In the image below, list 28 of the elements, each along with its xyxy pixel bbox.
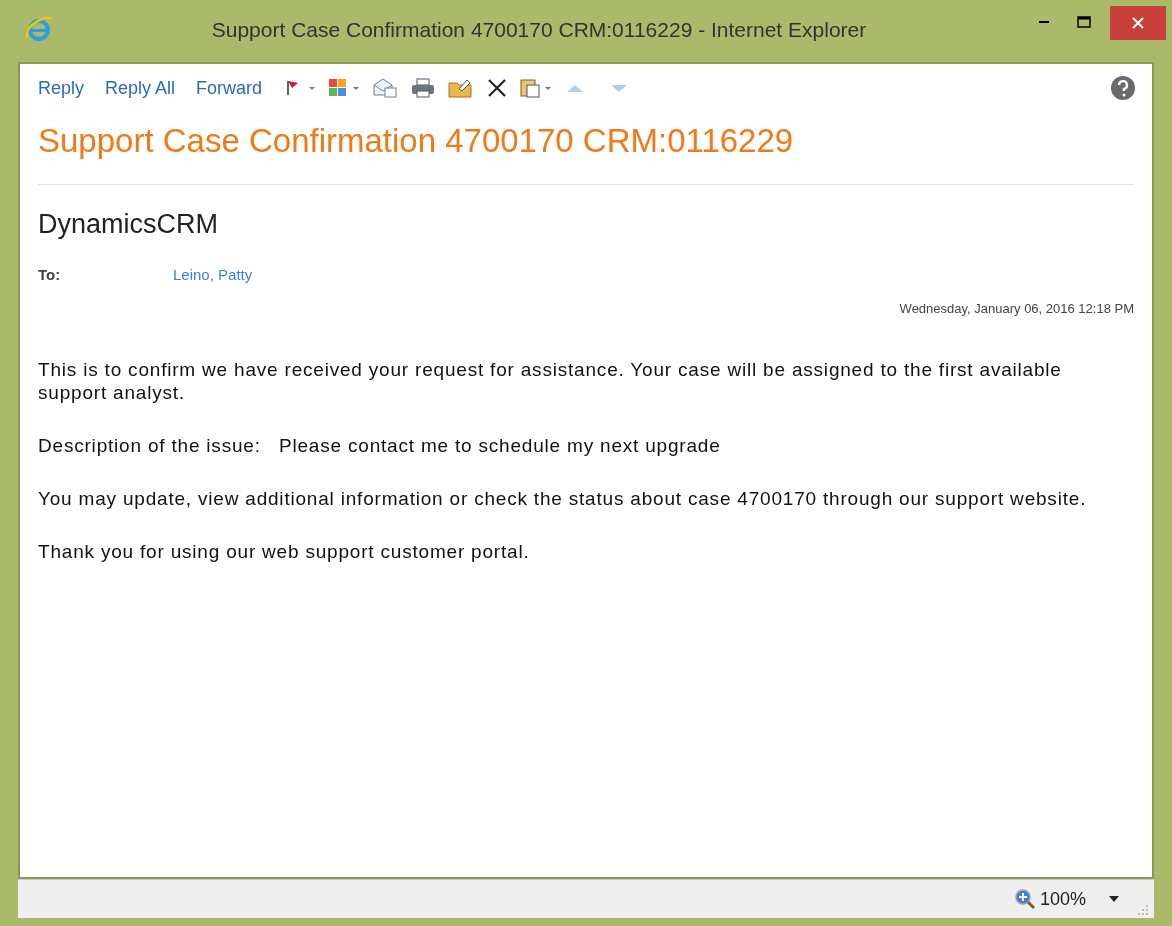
toolbar-link[interactable]: Forward (196, 77, 263, 99)
window-title: Support Case Confirmation 4700170 CRM:0116229 - Internet Explorer (210, 18, 868, 42)
browser-logo-icon (24, 14, 54, 44)
message-paragraph: This is to confirm we have received your request for assistance. Your case will be assigned to the first available support analyst. (38, 358, 1063, 404)
help-button[interactable] (1110, 75, 1136, 101)
recipient-link[interactable]: Leino, Patty (173, 266, 253, 283)
message-paragraph: Thank you for using our web support customer portal. (38, 540, 531, 563)
message-paragraph: Description of the issue: Please contact me to schedule my next upgrade (38, 434, 722, 457)
clipboard-button[interactable] (519, 77, 554, 99)
message-paragraph: You may update, view additional information or check the status about case 4700170 through our support website. (38, 487, 1088, 510)
close-icon (1131, 16, 1145, 30)
down-arrow-icon (611, 84, 628, 92)
sent-date: Wednesday, January 06, 2016 12:18 PM (899, 301, 1134, 316)
maximize-icon (1077, 16, 1091, 28)
resize-grip-icon[interactable] (1138, 905, 1148, 915)
email-subject: Support Case Confirmation 4700170 CRM:0116229 (38, 122, 795, 160)
sender-name: DynamicsCRM (38, 209, 219, 240)
envelope-button[interactable] (371, 77, 400, 99)
toolbar-link[interactable]: Reply (38, 77, 85, 99)
caret-icon[interactable] (1108, 895, 1120, 903)
close-button[interactable] (1110, 6, 1166, 40)
toolbar-link[interactable]: Reply All (105, 77, 176, 99)
zoom-icon[interactable] (1013, 888, 1036, 910)
zoom-level[interactable]: 100% (1039, 888, 1086, 910)
color-categories-button[interactable] (327, 77, 362, 99)
recipient-label: To: (38, 266, 62, 283)
minimize-icon (1039, 21, 1049, 23)
up-arrow-icon (567, 84, 584, 92)
